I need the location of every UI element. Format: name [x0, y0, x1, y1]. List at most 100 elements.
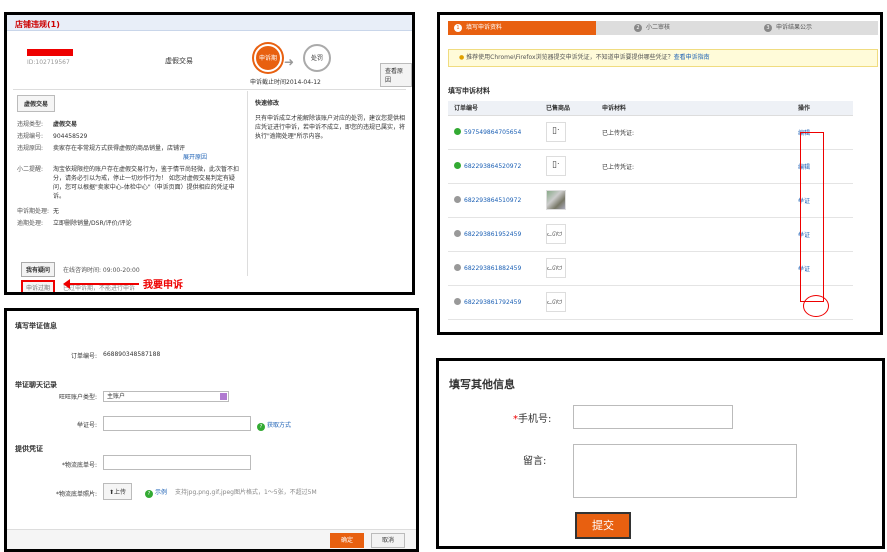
product-thumbnail: [546, 122, 566, 142]
submit-button[interactable]: 提交: [575, 512, 631, 539]
section-title: 填写申诉材料: [448, 87, 490, 95]
table-row: 682293864510972 举证: [448, 183, 853, 218]
order-value: 668890348587188: [103, 351, 161, 358]
divider-vertical: [247, 91, 248, 276]
confirm-button[interactable]: 确定: [330, 533, 364, 548]
appeal-materials-panel: 1 填写申诉资料 2 小二审核 3 申诉结果公示 ● 推荐使用Chrome\Firef…: [437, 12, 883, 335]
get-method-link[interactable]: ? 获取方式: [257, 420, 291, 431]
other-info-panel: 填写其他信息 *手机号: 留言: 提交: [436, 358, 885, 549]
col-item: 已售商品: [540, 101, 596, 116]
order-link[interactable]: 682293864510972: [464, 197, 521, 204]
step-fill-materials: 1 填写申诉资料: [448, 21, 596, 35]
col-order: 订单编号: [448, 101, 540, 116]
phone-input[interactable]: [573, 405, 733, 429]
status-icon: [454, 162, 461, 169]
table-row: 682293861952459举证: [448, 217, 853, 252]
product-thumbnail: [546, 224, 566, 244]
violation-header: 店铺违规(1): [7, 15, 412, 31]
violation-panel: 店铺违规(1) ID:102719567 虚假交易 申诉期 ➜ 处罚 申诉截止时…: [4, 12, 415, 295]
evidence-form-panel: 填写举证信息 订单编号: 668890348587188 举证聊天记录 旺旺账户…: [4, 308, 419, 552]
appeal-guide-link[interactable]: 查看申诉指南: [674, 54, 710, 61]
format-hint: 支持jpg,png,gif,jpeg图片格式，1～5张，不超过5M: [175, 489, 317, 496]
upload-button[interactable]: ⬆上传: [103, 483, 133, 500]
appeal-callout: 我要申诉: [143, 280, 183, 291]
status-icon: [454, 128, 461, 135]
order-link[interactable]: 682293861792459: [464, 299, 521, 306]
evidence-id-input[interactable]: [103, 416, 251, 431]
evidence-id-label: 举证号:: [76, 422, 97, 429]
bulb-icon: ●: [459, 54, 465, 61]
status-icon: [454, 230, 461, 237]
table-row: 682293861882459举证: [448, 251, 853, 286]
table-row: 682293861792459: [448, 285, 853, 320]
quick-fix-section: 快速修改 只有申诉成立才能解除该账户对应的处罚，建议您提供相应凭证进行申诉，若申…: [255, 99, 405, 141]
message-label: 留言:: [523, 456, 547, 467]
status-icon: [454, 298, 461, 305]
tracking-input[interactable]: [103, 455, 251, 470]
consult-hours: 在线咨询时间: 09:00-20:00: [63, 267, 140, 274]
phone-label: *手机号:: [513, 414, 552, 425]
status-icon: [454, 196, 461, 203]
shop-id: ID:102719567: [27, 59, 70, 66]
product-thumbnail: [546, 156, 566, 176]
form-title: 填写举证信息: [15, 322, 57, 330]
tracking-label: *物流底单号:: [61, 462, 97, 469]
progress-steps: 1 填写申诉资料 2 小二审核 3 申诉结果公示: [448, 21, 878, 35]
message-textarea[interactable]: [573, 444, 797, 498]
appeal-deadline: 申诉截止时间2014-04-12: [250, 79, 321, 86]
col-material: 申诉材料: [596, 101, 792, 116]
table-row: 682293864520972已上传凭证:编辑: [448, 149, 853, 184]
orders-table: 订单编号 已售商品 申诉材料 操作 597549864705654已上传凭证:编…: [448, 101, 853, 320]
view-reason-button[interactable]: 查看原因: [380, 63, 412, 87]
detail-row: 违规编号: 904458529: [17, 133, 88, 140]
highlight-circle: [803, 295, 829, 317]
ask-question-button[interactable]: 我有疑问: [21, 262, 56, 277]
detail-row: 违规原因: 卖家存在非常规方式获得虚假的商品销量，店铺评 展开原因: [17, 145, 208, 161]
red-arrow-icon: [63, 279, 139, 289]
product-thumbnail: [546, 292, 566, 312]
step-arrow-icon: ➜: [284, 55, 295, 69]
tab-fake-transaction[interactable]: 虚假交易: [17, 95, 56, 112]
appeal-button[interactable]: 申诉过期: [21, 280, 56, 292]
order-link[interactable]: 682293861882459: [464, 265, 521, 272]
violation-details: 虚假交易 违规类型: 虚假交易 违规编号: 904458529 违规原因: 卖家存在非…: [17, 95, 242, 231]
help-icon: ?: [145, 490, 153, 498]
order-label: 订单编号:: [70, 353, 97, 360]
chevron-down-icon: [220, 393, 227, 400]
help-icon: ?: [257, 423, 265, 431]
divider: [13, 89, 406, 90]
cancel-button[interactable]: 取消: [371, 533, 405, 548]
product-thumbnail: [546, 258, 566, 278]
detail-row: 违规类型: 虚假交易: [17, 121, 78, 128]
redacted-shop-name: [27, 49, 73, 56]
violation-type-label: 虚假交易: [165, 57, 193, 65]
order-link[interactable]: 682293861952459: [464, 231, 521, 238]
detail-row: 申诉期处理: 无: [17, 208, 60, 215]
example-link[interactable]: ? 示例: [145, 487, 167, 498]
material-text: 已上传凭证:: [602, 129, 635, 137]
order-link[interactable]: 682293864520972: [464, 163, 521, 170]
table-row: 597549864705654已上传凭证:编辑: [448, 115, 853, 150]
account-type-select[interactable]: 主账户: [103, 391, 229, 402]
quick-fix-text: 只有申诉成立才能解除该账户对应的处罚，建议您提供相应凭证进行申诉，若申诉不成立，…: [255, 115, 406, 140]
account-type-label: 旺旺账户类型:: [58, 394, 97, 401]
step-penalty: 处罚: [303, 44, 331, 72]
step-appeal-period: 申诉期: [254, 44, 282, 72]
detail-row: 逾期处理: 立即删除销量/DSR/评价/评论: [17, 220, 132, 227]
expand-reason-link[interactable]: 展开原因: [183, 154, 207, 161]
step-result: 3 申诉结果公示: [758, 21, 812, 35]
status-icon: [454, 264, 461, 271]
material-text: 已上传凭证:: [602, 163, 635, 171]
proof-section-title: 提供凭证: [15, 445, 43, 453]
step-review: 2 小二审核: [628, 21, 670, 35]
order-link[interactable]: 597549864705654: [464, 129, 521, 136]
chat-section-title: 举证聊天记录: [15, 381, 57, 389]
highlight-box: [800, 132, 824, 302]
browser-tip: ● 推荐使用Chrome\Firefox浏览器提交申诉凭证，不知道申诉要提供哪些…: [448, 49, 878, 67]
product-thumbnail: [546, 190, 566, 210]
photo-label: *物流底单照片:: [55, 491, 97, 498]
col-operation: 操作: [792, 101, 853, 116]
form-title: 填写其他信息: [449, 378, 515, 391]
quick-fix-title: 快速修改: [255, 100, 280, 107]
detail-row: 小二提醒: 淘宝依规限控的账户存在虚假交易行为，鉴于情节尚轻微，此次暂不扣分，请务…: [17, 166, 240, 200]
